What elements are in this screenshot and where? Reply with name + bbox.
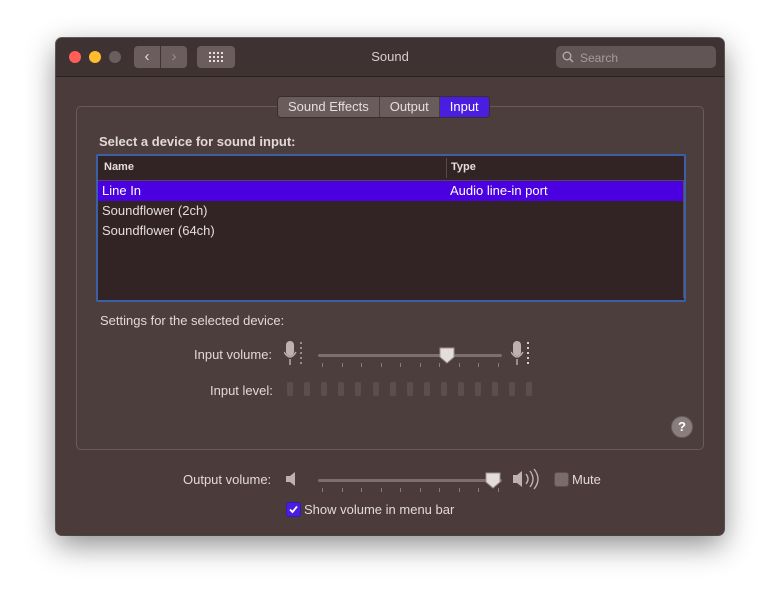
tab-output[interactable]: Output (379, 97, 440, 117)
table-header: Name Type (98, 156, 684, 181)
settings-label: Settings for the selected device: (100, 313, 285, 328)
slider-tick (341, 488, 343, 492)
input-level-segment (287, 382, 293, 396)
input-level-segment (440, 382, 447, 396)
input-level-segment (338, 382, 345, 396)
microphone-low-icon (284, 341, 302, 365)
input-level-segment (509, 382, 516, 396)
input-level-segment (492, 382, 499, 396)
table-right-edge (683, 180, 684, 298)
checkmark-icon (289, 505, 298, 514)
input-level-segment (406, 382, 413, 396)
slider-tick (380, 363, 382, 367)
slider-tick (400, 363, 402, 367)
microphone-high-icon (511, 341, 529, 365)
show-volume-checkbox[interactable] (286, 502, 301, 517)
table-row[interactable]: Soundflower (2ch) (98, 201, 684, 221)
slider-tick (478, 488, 480, 492)
input-level-segment (355, 382, 362, 396)
tab-bar: Sound Effects Output Input (277, 96, 490, 118)
slider-tick (419, 488, 421, 492)
slider-tick (361, 488, 363, 492)
input-level-segment (458, 382, 464, 396)
device-type: Audio line-in port (450, 183, 548, 198)
column-header-type[interactable]: Type (451, 161, 476, 173)
slider-tick (322, 363, 323, 367)
device-name: Soundflower (64ch) (102, 223, 215, 238)
device-name: Soundflower (2ch) (102, 203, 208, 218)
input-level-segment (321, 382, 328, 396)
slider-tick (498, 363, 499, 367)
input-volume-slider[interactable] (318, 354, 502, 357)
column-separator (446, 158, 447, 178)
sound-preferences-window: ‹ › Sound Sound Effects Output Input Se (56, 38, 724, 535)
search-icon (562, 51, 574, 63)
device-list-heading: Select a device for sound input: (99, 134, 296, 149)
search-field[interactable] (556, 46, 716, 68)
output-volume-slider-thumb[interactable] (485, 472, 501, 489)
input-level-segment (304, 382, 311, 396)
device-name: Line In (102, 183, 142, 198)
slider-tick (439, 363, 441, 367)
search-input[interactable] (578, 48, 712, 68)
table-row[interactable]: Line In Audio line-in port (98, 181, 684, 201)
input-volume-label: Input volume: (194, 347, 273, 362)
help-icon: ? (678, 419, 686, 434)
slider-tick (400, 488, 402, 492)
slider-tick (478, 363, 480, 367)
slider-tick (458, 488, 460, 492)
input-volume-slider-thumb[interactable] (439, 347, 455, 364)
input-level-segment (389, 382, 396, 396)
input-level-segment (372, 382, 379, 396)
input-level-label: Input level: (210, 383, 273, 398)
slider-tick (439, 488, 441, 492)
speaker-high-icon (513, 468, 539, 490)
table-row[interactable]: Soundflower (64ch) (98, 221, 684, 241)
slider-tick (380, 488, 382, 492)
help-button[interactable]: ? (671, 416, 693, 438)
output-volume-label: Output volume: (183, 472, 272, 487)
slider-tick (498, 488, 499, 492)
show-volume-label: Show volume in menu bar (304, 502, 455, 517)
input-level-segment (423, 382, 430, 396)
speaker-low-icon (286, 472, 295, 486)
title-bar: ‹ › Sound (56, 38, 724, 77)
slider-tick (458, 363, 460, 367)
slider-tick (341, 363, 343, 367)
tab-input[interactable]: Input (439, 97, 489, 117)
slider-tick (322, 488, 323, 492)
slider-tick (419, 363, 421, 367)
tab-sound-effects[interactable]: Sound Effects (278, 97, 380, 117)
column-header-name[interactable]: Name (104, 161, 134, 173)
input-level-segment (475, 382, 482, 396)
mute-checkbox[interactable] (554, 472, 569, 487)
input-device-table[interactable]: Name Type Line In Audio line-in port Sou… (96, 154, 686, 302)
input-level-segment (526, 382, 533, 396)
mute-label: Mute (572, 472, 601, 487)
output-volume-slider[interactable] (318, 479, 502, 482)
slider-tick (361, 363, 363, 367)
